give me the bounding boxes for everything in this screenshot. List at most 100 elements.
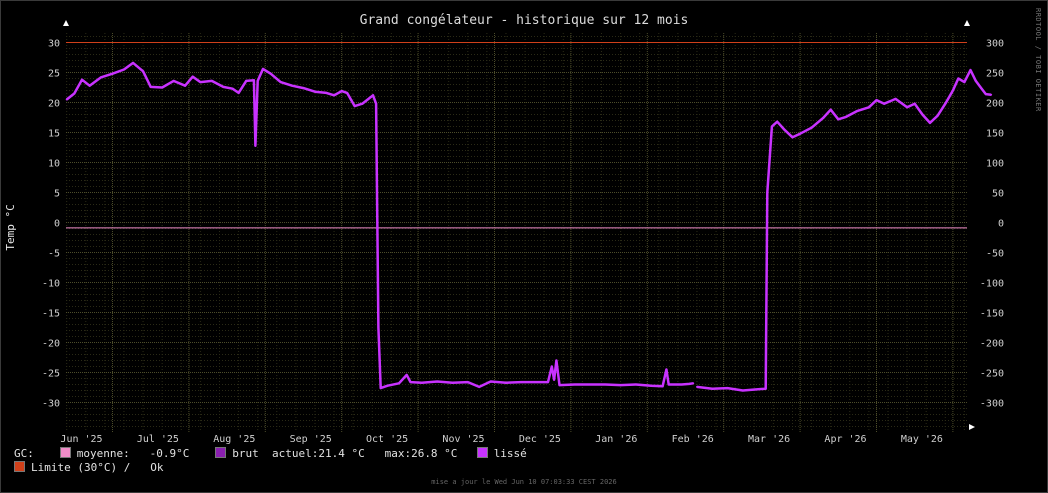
data-point <box>810 126 813 129</box>
legend-prefix: GC: <box>14 447 34 460</box>
y-tick-label-right: 200 <box>986 99 1004 110</box>
update-timestamp: mise a jour le Wed Jun 10 07:03:33 CEST … <box>431 478 617 486</box>
data-point <box>963 81 966 84</box>
chart-title: Grand congélateur - historique sur 12 mo… <box>360 13 689 28</box>
x-tick-label: Apr '26 <box>824 434 866 445</box>
data-point <box>489 380 492 383</box>
data-point <box>957 77 960 80</box>
data-point <box>210 79 213 82</box>
legend-current-value: actuel:21.4 °C <box>271 447 365 460</box>
x-tick-label: Aug '25 <box>213 434 255 445</box>
y-tick-label: 10 <box>48 159 60 170</box>
data-point <box>845 115 847 118</box>
y-tick-label: 15 <box>48 129 60 140</box>
data-point <box>757 388 760 391</box>
data-point <box>172 79 175 82</box>
y-tick-label-right: 300 <box>986 39 1004 50</box>
data-point <box>520 381 523 384</box>
data-point <box>346 91 349 94</box>
data-point <box>711 387 714 390</box>
temperature-chart: Grand congélateur - historique sur 12 mo… <box>4 8 1042 445</box>
data-point <box>894 97 897 100</box>
y-tick-label: -30 <box>42 399 60 410</box>
data-point <box>634 383 637 386</box>
data-point <box>929 121 931 124</box>
data-point <box>913 102 916 105</box>
data-point <box>262 67 264 70</box>
legend-swatch-raw <box>215 447 227 458</box>
y-tick-label-right: 250 <box>986 69 1004 80</box>
data-point <box>252 79 255 82</box>
y-tick-label-right: -300 <box>980 399 1004 410</box>
data-point <box>314 90 316 93</box>
data-point <box>764 387 767 390</box>
data-point <box>386 384 389 387</box>
data-point <box>81 78 83 81</box>
y-tick-label-right: 0 <box>998 219 1004 230</box>
y-tick-label-right: 100 <box>986 159 1004 170</box>
x-axis-arrow <box>969 424 975 430</box>
x-tick-label: Jul '25 <box>137 434 179 445</box>
data-point <box>291 84 294 87</box>
x-tick-label: Oct '25 <box>366 434 408 445</box>
legend-row-2: Limite (30°C) / Ok <box>14 461 527 475</box>
data-point <box>379 387 382 390</box>
data-point <box>741 389 744 392</box>
data-point <box>340 90 343 93</box>
y-tick-label: 25 <box>48 69 60 80</box>
data-point <box>951 89 954 92</box>
data-point <box>149 85 152 88</box>
data-point <box>377 326 380 329</box>
legend-limit-label: Limite (30°C) / <box>31 461 131 474</box>
data-point <box>353 105 356 108</box>
x-tick-label: Jan '26 <box>595 434 637 445</box>
x-tick-label: Sep '25 <box>290 434 332 445</box>
legend-row-1: GC: moyenne: -0.9°C brut actuel:21.4 °C … <box>14 447 527 461</box>
data-point <box>875 99 878 102</box>
data-point <box>420 381 423 384</box>
legend-swatch-limit <box>14 461 25 472</box>
y-tick-label: -15 <box>42 309 60 320</box>
x-tick-label: May '26 <box>901 434 943 445</box>
data-point <box>906 106 909 109</box>
legend-mean-value: -0.9°C <box>149 447 190 460</box>
data-point <box>550 365 553 368</box>
y-tick-label-right: -200 <box>980 339 1004 350</box>
y-tick-label: -25 <box>42 369 60 380</box>
data-point <box>867 106 870 109</box>
data-point <box>361 102 364 105</box>
y-tick-label-right: 50 <box>992 189 1004 200</box>
data-point <box>405 373 408 376</box>
data-point <box>279 81 282 84</box>
data-point <box>984 93 987 96</box>
data-point <box>553 378 556 381</box>
data-point <box>245 79 248 82</box>
data-point <box>650 384 653 387</box>
data-point <box>269 72 272 75</box>
data-point <box>199 81 202 84</box>
legend-limit-status: Ok <box>150 461 164 474</box>
legend-smoothed-label: lissé <box>493 447 527 460</box>
data-point <box>254 144 257 147</box>
data-point <box>333 94 336 97</box>
data-point <box>325 91 328 94</box>
x-tick-label: Nov '25 <box>442 434 484 445</box>
y-axis-arrow-left <box>63 20 69 26</box>
x-tick-label: Feb '26 <box>672 434 714 445</box>
legend-max-value: max:26.8 °C <box>384 447 458 460</box>
data-point <box>791 136 794 139</box>
data-point <box>451 381 454 384</box>
data-point <box>692 382 695 385</box>
data-point <box>237 91 240 94</box>
data-point <box>667 383 670 386</box>
data-point <box>665 368 668 371</box>
data-point <box>680 383 683 386</box>
data-point <box>770 125 773 128</box>
data-point <box>123 68 125 71</box>
y-tick-label: 30 <box>48 39 60 50</box>
data-point <box>661 385 664 388</box>
data-point <box>88 84 91 87</box>
data-point <box>100 76 103 79</box>
y-tick-label: 0 <box>54 219 60 230</box>
legend-swatch-mean <box>59 447 71 458</box>
